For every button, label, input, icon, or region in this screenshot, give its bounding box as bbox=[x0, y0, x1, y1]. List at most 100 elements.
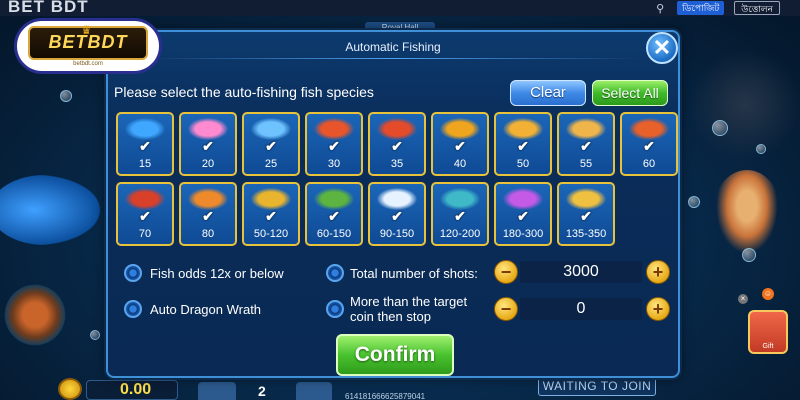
manta-ray-icon bbox=[566, 118, 606, 140]
bet-decrease-button[interactable] bbox=[198, 382, 236, 400]
target-coin-toggle[interactable] bbox=[326, 300, 344, 318]
gift-close-icon[interactable]: × bbox=[738, 294, 748, 304]
notification-dot-icon: ☺ bbox=[762, 288, 774, 300]
fish-species-tile[interactable]: ✔ 80 bbox=[179, 182, 237, 246]
checkmark-icon: ✔ bbox=[139, 208, 151, 224]
total-shots-minus-button[interactable]: − bbox=[494, 260, 518, 284]
withdraw-button[interactable]: উত্তোলন bbox=[734, 1, 780, 15]
checkmark-icon: ✔ bbox=[139, 138, 151, 154]
white-whale-icon bbox=[377, 188, 417, 210]
fish-species-tile[interactable]: ✔ 50-120 bbox=[242, 182, 300, 246]
fish-species-tile[interactable]: ✔ 20 bbox=[179, 112, 237, 176]
target-coin-label: More than the target coin then stop bbox=[350, 294, 468, 324]
checkmark-icon: ✔ bbox=[265, 208, 277, 224]
select-all-button[interactable]: Select All bbox=[592, 80, 668, 106]
logo-subtext: betbdt.com bbox=[73, 60, 103, 67]
fish-species-tile[interactable]: ✔ 90-150 bbox=[368, 182, 426, 246]
fish-species-tile[interactable]: ✔ 40 bbox=[431, 112, 489, 176]
crocodile-icon bbox=[314, 188, 354, 210]
fish-odds-value: 50-120 bbox=[253, 228, 289, 240]
clear-button[interactable]: Clear bbox=[510, 80, 586, 106]
coin-icon bbox=[58, 378, 82, 400]
fish-odds-value: 180-300 bbox=[502, 228, 544, 240]
total-shots-field[interactable]: 3000 bbox=[520, 261, 642, 283]
red-fish-icon bbox=[629, 118, 669, 140]
sea-dragon-icon bbox=[440, 188, 480, 210]
fish-species-tile[interactable]: ✔ 70 bbox=[116, 182, 174, 246]
fish-odds-value: 80 bbox=[201, 228, 215, 240]
fish-odds-value: 40 bbox=[453, 158, 467, 170]
fish-odds-value: 20 bbox=[201, 158, 215, 170]
gold-fish-icon bbox=[503, 118, 543, 140]
gift-button[interactable]: Gift bbox=[748, 310, 788, 354]
background-shark bbox=[0, 175, 100, 245]
checkmark-icon: ✔ bbox=[391, 138, 403, 154]
search-icon[interactable]: ⚲ bbox=[653, 1, 667, 15]
target-coin-field[interactable]: 0 bbox=[520, 298, 642, 320]
automatic-fishing-dialog: Automatic Fishing ✕ Please select the au… bbox=[106, 30, 680, 378]
fish-odds-value: 70 bbox=[138, 228, 152, 240]
fish-species-tile[interactable]: ✔ 30 bbox=[305, 112, 363, 176]
phoenix-fish-icon bbox=[503, 188, 543, 210]
fish-odds-label: Fish odds 12x or below bbox=[150, 266, 284, 281]
crab-eggs-icon bbox=[314, 118, 354, 140]
fish-species-tile[interactable]: ✔ 60 bbox=[620, 112, 678, 176]
site-logo[interactable]: ♛ BETBDT betbdt.com bbox=[14, 18, 162, 74]
total-shots-toggle[interactable] bbox=[326, 264, 344, 282]
total-shots-plus-button[interactable]: + bbox=[646, 260, 670, 284]
fish-row-2: ✔ 70 ✔ 80 ✔ 50-120 ✔ 60-150 ✔ 90-150 ✔ 120-200 ✔ 180-… bbox=[116, 182, 615, 246]
fish-odds-toggle[interactable] bbox=[124, 264, 142, 282]
deposit-button[interactable]: ডিপোজিট bbox=[677, 1, 725, 15]
checkmark-icon: ✔ bbox=[202, 138, 214, 154]
golden-squid-icon bbox=[440, 118, 480, 140]
bubble bbox=[712, 120, 728, 136]
confirm-button[interactable]: Confirm bbox=[336, 334, 454, 376]
bubble bbox=[90, 330, 100, 340]
fish-species-tile[interactable]: ✔ 120-200 bbox=[431, 182, 489, 246]
fish-odds-value: 135-350 bbox=[565, 228, 607, 240]
checkmark-icon: ✔ bbox=[328, 208, 340, 224]
target-coin-minus-button[interactable]: − bbox=[494, 297, 518, 321]
blue-fish-icon bbox=[125, 118, 165, 140]
checkmark-icon: ✔ bbox=[580, 208, 592, 224]
title-divider bbox=[148, 58, 642, 59]
background-turtle-cannon bbox=[0, 280, 70, 350]
fish-odds-value: 60 bbox=[642, 158, 656, 170]
fish-species-tile[interactable]: ✔ 55 bbox=[557, 112, 615, 176]
checkmark-icon: ✔ bbox=[265, 138, 277, 154]
fish-odds-value: 25 bbox=[264, 158, 278, 170]
fish-species-tile[interactable]: ✔ 35 bbox=[368, 112, 426, 176]
golden-dragon-icon bbox=[566, 188, 606, 210]
waiting-to-join-label: WAITING TO JOIN bbox=[538, 376, 656, 396]
fish-species-tile[interactable]: ✔ 50 bbox=[494, 112, 552, 176]
lobster-icon bbox=[188, 188, 228, 210]
crown-icon: ♛ bbox=[81, 23, 92, 37]
site-top-bar: BET BDT ⚲ ডিপোজিট উত্তোলন bbox=[0, 0, 800, 16]
close-button[interactable]: ✕ bbox=[646, 32, 678, 64]
checkmark-icon: ✔ bbox=[517, 208, 529, 224]
player-id: 614181666625879041 bbox=[345, 392, 426, 400]
fish-species-tile[interactable]: ✔ 60-150 bbox=[305, 182, 363, 246]
red-crab-icon bbox=[125, 188, 165, 210]
fish-species-tile[interactable]: ✔ 180-300 bbox=[494, 182, 552, 246]
target-coin-plus-button[interactable]: + bbox=[646, 297, 670, 321]
fish-odds-value: 15 bbox=[138, 158, 152, 170]
auto-dragon-toggle[interactable] bbox=[124, 300, 142, 318]
fish-odds-value: 60-150 bbox=[316, 228, 352, 240]
gift-label: Gift bbox=[762, 343, 774, 350]
fish-species-tile[interactable]: ✔ 15 bbox=[116, 112, 174, 176]
total-shots-label: Total number of shots: bbox=[350, 266, 478, 281]
checkmark-icon: ✔ bbox=[328, 138, 340, 154]
checkmark-icon: ✔ bbox=[391, 208, 403, 224]
red-coral-icon bbox=[377, 118, 417, 140]
bubble bbox=[60, 90, 72, 102]
fish-species-tile[interactable]: ✔ 135-350 bbox=[557, 182, 615, 246]
instruction-text: Please select the auto-fishing fish spec… bbox=[114, 84, 374, 100]
bet-increase-button[interactable] bbox=[296, 382, 332, 400]
background-mermaid bbox=[712, 170, 782, 260]
fish-odds-value: 50 bbox=[516, 158, 530, 170]
bubble bbox=[688, 196, 700, 208]
checkmark-icon: ✔ bbox=[580, 138, 592, 154]
checkmark-icon: ✔ bbox=[454, 138, 466, 154]
fish-species-tile[interactable]: ✔ 25 bbox=[242, 112, 300, 176]
